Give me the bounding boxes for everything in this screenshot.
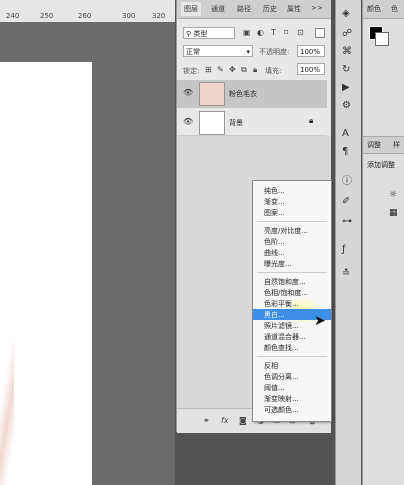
ruler-tick: 240: [6, 12, 20, 20]
ruler-tick: 250: [40, 12, 54, 20]
tab-layers[interactable]: 图层: [181, 2, 201, 16]
menu-item[interactable]: 反相: [264, 361, 278, 371]
opacity-label: 不透明度:: [259, 48, 290, 56]
adjust-filter-icon[interactable]: ◐: [257, 28, 264, 38]
info-icon[interactable]: ⓘ: [342, 172, 352, 187]
mask-icon[interactable]: ◙: [239, 416, 247, 426]
menu-item[interactable]: 色彩平衡...: [264, 299, 299, 309]
tab-styles[interactable]: 样: [393, 140, 400, 150]
menu-item-black-white[interactable]: 黑白...: [264, 310, 285, 320]
layer-thumbnail: [199, 111, 225, 135]
adjust-tabs: 调整 样: [363, 136, 404, 154]
channels-icon[interactable]: ☍: [342, 28, 352, 39]
lock-transparent-icon[interactable]: ⊞: [205, 65, 212, 75]
menu-item[interactable]: 纯色...: [264, 186, 285, 196]
menu-item[interactable]: 曲线...: [264, 248, 285, 258]
add-adjustment-label: 添加调整: [367, 161, 395, 169]
menu-item[interactable]: 图案...: [264, 208, 285, 218]
layer-name[interactable]: 背景: [229, 118, 243, 128]
paths-icon[interactable]: ⌘: [342, 46, 352, 57]
tabs-more[interactable]: >>: [311, 4, 323, 12]
menu-item[interactable]: 曝光度...: [264, 259, 292, 269]
kind-filter[interactable]: ⚲ 类型: [183, 27, 235, 39]
adjustment-layer-menu: 纯色... 渐变... 图案... 亮度/对比度... 色阶... 曲线... …: [252, 180, 332, 422]
menu-item[interactable]: 阈值...: [264, 383, 285, 393]
image-edge: [0, 340, 14, 485]
type-filter-icon[interactable]: T: [271, 28, 276, 38]
adjust-icon-2[interactable]: ▦: [389, 208, 398, 218]
tab-history[interactable]: 历史: [263, 4, 277, 14]
adjust-icon[interactable]: ☼: [389, 190, 397, 200]
tab-properties[interactable]: 属性: [287, 4, 301, 14]
menu-separator: [257, 221, 327, 222]
menu-item[interactable]: 通道混合器...: [264, 332, 306, 342]
menu-item[interactable]: 颜色查找...: [264, 343, 299, 353]
lock-move-icon[interactable]: ✥: [229, 65, 236, 75]
lock-icon: 🔒︎: [309, 116, 314, 125]
opacity-value: 100%: [300, 48, 321, 56]
lock-artboard-icon[interactable]: ⧉: [241, 65, 247, 75]
clone-source-icon[interactable]: ≛: [342, 268, 350, 279]
fill-field[interactable]: 100%: [297, 63, 325, 75]
mouse-cursor-icon: ➤: [314, 313, 326, 329]
opacity-field[interactable]: 100%: [297, 45, 325, 57]
layer-thumbnail: [199, 82, 225, 106]
lock-label: 锁定:: [183, 67, 200, 75]
link-icon[interactable]: ⚭: [203, 416, 210, 426]
horizontal-ruler: 240 250 260 300 320: [0, 0, 175, 23]
fill-label: 填充:: [265, 67, 282, 75]
background-color[interactable]: [375, 32, 389, 46]
menu-item[interactable]: 色调分离...: [264, 372, 299, 382]
blend-mode-value: 正常: [186, 48, 200, 56]
menu-item[interactable]: 色阶...: [264, 237, 285, 247]
menu-item[interactable]: 照片滤镜...: [264, 321, 299, 331]
history-icon[interactable]: ↻: [342, 64, 350, 75]
menu-item[interactable]: 色相/饱和度...: [264, 288, 308, 298]
menu-item[interactable]: 亮度/对比度...: [264, 226, 308, 236]
menu-item[interactable]: 渐变...: [264, 197, 285, 207]
tab-swatches[interactable]: 色: [391, 4, 398, 14]
menu-item[interactable]: 自然饱和度...: [264, 277, 306, 287]
tab-adjustments[interactable]: 调整: [367, 140, 381, 150]
character-icon[interactable]: A: [342, 128, 349, 139]
ruler-tick: 300: [122, 12, 136, 20]
smart-filter-icon[interactable]: ⊡: [297, 28, 304, 38]
blend-mode-select[interactable]: 正常 ▾: [183, 45, 253, 57]
styles-icon[interactable]: ƒ: [342, 244, 346, 255]
brush-icon[interactable]: ✐: [342, 196, 350, 207]
play-icon[interactable]: ▶: [342, 82, 350, 93]
color-tabs: 颜色 色: [363, 0, 404, 19]
eye-icon[interactable]: 👁︎: [183, 117, 193, 126]
lock-all-icon[interactable]: 🔒︎: [253, 65, 257, 75]
tab-color[interactable]: 颜色: [367, 4, 381, 14]
menu-item[interactable]: 可选颜色...: [264, 405, 299, 415]
paragraph-icon[interactable]: ¶: [342, 146, 348, 157]
color-adjust-panel: 颜色 色 调整 样 添加调整 ☼ ▦: [362, 0, 404, 485]
menu-item[interactable]: 渐变映射...: [264, 394, 299, 404]
chevron-down-icon: ▾: [246, 48, 250, 56]
ruler-tick: 320: [152, 12, 166, 20]
kind-filter-value: 类型: [193, 30, 208, 38]
tab-channels[interactable]: 通道: [211, 4, 225, 14]
lock-paint-icon[interactable]: ✎: [217, 65, 224, 75]
panel-tabs: 图层 通道 路径 历史 属性 >>: [177, 0, 331, 19]
menu-separator: [257, 272, 327, 273]
ruler-tick: 260: [78, 12, 92, 20]
layer-name[interactable]: 粉色毛衣: [229, 89, 257, 99]
brush-settings-icon[interactable]: ⊶: [342, 216, 352, 227]
menu-separator: [257, 356, 327, 357]
layers-icon[interactable]: ◈: [342, 8, 350, 19]
fill-value: 100%: [300, 66, 321, 74]
tab-paths[interactable]: 路径: [237, 4, 251, 14]
layer-row[interactable]: 👁︎ 背景 🔒︎: [177, 109, 327, 136]
panel-icon-bar: ◈ ☍ ⌘ ↻ ▶ ⚙ A ¶ ⓘ ✐ ⊶ ƒ ≛: [335, 0, 361, 485]
pixel-filter-icon[interactable]: ▣: [243, 28, 251, 38]
eye-icon[interactable]: 👁︎: [183, 88, 193, 97]
filter-toggle[interactable]: [315, 28, 325, 38]
properties-icon[interactable]: ⚙: [342, 100, 351, 111]
fx-icon[interactable]: fx: [221, 416, 229, 426]
layer-row[interactable]: 👁︎ 粉色毛衣: [177, 80, 327, 108]
shape-filter-icon[interactable]: ⌑: [284, 28, 288, 38]
